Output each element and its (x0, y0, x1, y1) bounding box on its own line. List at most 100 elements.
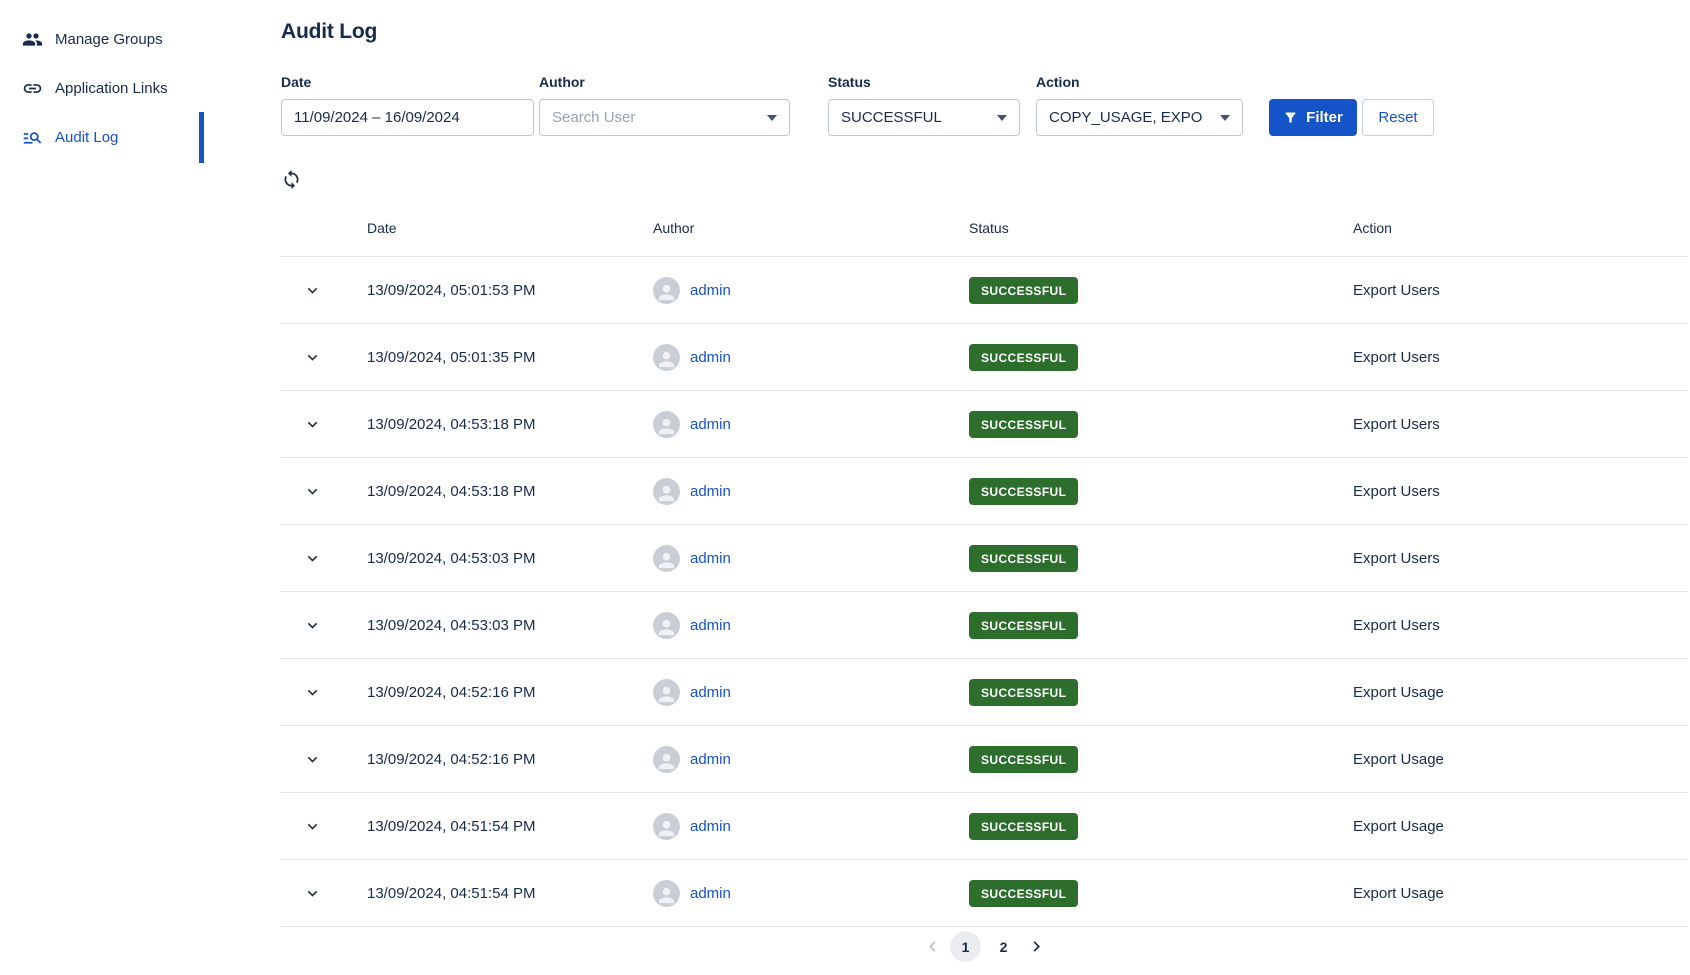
row-expand-button[interactable] (303, 683, 322, 702)
person-icon (655, 750, 678, 773)
chevron-down-icon (303, 549, 322, 568)
author-search-placeholder: Search User (552, 109, 635, 126)
row-action: Export Usage (1353, 751, 1688, 768)
person-icon (655, 884, 678, 907)
sidebar-item-application-links[interactable]: Application Links (0, 64, 204, 113)
author-link[interactable]: admin (690, 349, 731, 366)
chevron-down-icon (303, 482, 322, 501)
pagination: 1 2 (281, 931, 1688, 962)
date-filter-group: Date 11/09/2024 – 16/09/2024 (281, 74, 534, 136)
table-body: 13/09/2024, 05:01:53 PM admin SUCCESSFUL… (281, 257, 1688, 927)
page-button-2[interactable]: 2 (988, 931, 1019, 962)
status-filter-label: Status (828, 74, 1020, 90)
sidebar-item-label: Manage Groups (55, 31, 163, 48)
author-link[interactable]: admin (690, 885, 731, 902)
author-link[interactable]: admin (690, 550, 731, 567)
action-select[interactable]: COPY_USAGE, EXPO (1036, 99, 1243, 136)
previous-page-button[interactable] (922, 936, 943, 957)
table-row: 13/09/2024, 05:01:53 PM admin SUCCESSFUL… (281, 257, 1688, 324)
refresh-row (281, 169, 1688, 195)
page-button-1[interactable]: 1 (950, 931, 981, 962)
avatar (653, 813, 680, 840)
person-icon (655, 817, 678, 840)
row-date: 13/09/2024, 04:53:18 PM (367, 483, 653, 500)
action-filter-label: Action (1036, 74, 1243, 90)
table-row: 13/09/2024, 04:53:18 PM admin SUCCESSFUL… (281, 458, 1688, 525)
sidebar: Manage Groups Application Links Audit Lo… (0, 0, 204, 975)
row-date: 13/09/2024, 04:51:54 PM (367, 818, 653, 835)
refresh-button[interactable] (281, 169, 302, 190)
row-action: Export Users (1353, 349, 1688, 366)
author-link[interactable]: admin (690, 282, 731, 299)
reset-button[interactable]: Reset (1362, 99, 1434, 136)
row-expand-button[interactable] (303, 884, 322, 903)
chevron-down-icon (997, 115, 1007, 121)
chevron-down-icon (767, 115, 777, 121)
app-window: Manage Groups Application Links Audit Lo… (0, 0, 1690, 975)
chevron-right-icon (1026, 936, 1047, 957)
date-filter-label: Date (281, 74, 534, 90)
date-range-input[interactable]: 11/09/2024 – 16/09/2024 (281, 99, 534, 136)
table-row: 13/09/2024, 04:53:03 PM admin SUCCESSFUL… (281, 592, 1688, 659)
status-select[interactable]: SUCCESSFUL (828, 99, 1020, 136)
author-filter-group: Author Search User (539, 74, 790, 136)
author-link[interactable]: admin (690, 818, 731, 835)
row-date: 13/09/2024, 04:53:03 PM (367, 617, 653, 634)
chevron-down-icon (303, 616, 322, 635)
column-header-status: Status (969, 220, 1353, 236)
person-icon (655, 348, 678, 371)
row-action: Export Usage (1353, 818, 1688, 835)
avatar (653, 344, 680, 371)
audit-log-table: Date Author Status Action 13/09/2024, 05… (281, 195, 1688, 927)
status-badge: SUCCESSFUL (969, 813, 1078, 840)
main-content: Audit Log Date 11/09/2024 – 16/09/2024 A… (204, 0, 1690, 975)
row-expand-button[interactable] (303, 415, 322, 434)
row-expand-button[interactable] (303, 549, 322, 568)
row-action: Export Users (1353, 550, 1688, 567)
author-link[interactable]: admin (690, 416, 731, 433)
row-action: Export Users (1353, 483, 1688, 500)
status-badge: SUCCESSFUL (969, 880, 1078, 907)
page-title: Audit Log (281, 20, 1688, 44)
manage-search-icon (22, 127, 43, 148)
filter-bar: Date 11/09/2024 – 16/09/2024 Author Sear… (281, 74, 1688, 136)
sync-icon (281, 169, 302, 190)
column-header-author: Author (653, 220, 969, 236)
row-expand-button[interactable] (303, 281, 322, 300)
row-expand-button[interactable] (303, 750, 322, 769)
sidebar-item-label: Audit Log (55, 129, 118, 146)
sidebar-item-manage-groups[interactable]: Manage Groups (0, 15, 204, 64)
author-link[interactable]: admin (690, 751, 731, 768)
column-header-action: Action (1353, 220, 1688, 236)
sidebar-item-audit-log[interactable]: Audit Log (0, 113, 204, 162)
action-filter-group: Action COPY_USAGE, EXPO (1036, 74, 1243, 136)
chevron-down-icon (303, 817, 322, 836)
filter-button[interactable]: Filter (1269, 99, 1357, 136)
row-expand-button[interactable] (303, 348, 322, 367)
row-expand-button[interactable] (303, 817, 322, 836)
avatar (653, 411, 680, 438)
row-date: 13/09/2024, 05:01:53 PM (367, 282, 653, 299)
status-badge: SUCCESSFUL (969, 679, 1078, 706)
row-action: Export Users (1353, 617, 1688, 634)
author-link[interactable]: admin (690, 483, 731, 500)
person-icon (655, 482, 678, 505)
chevron-down-icon (303, 884, 322, 903)
avatar (653, 880, 680, 907)
row-date: 13/09/2024, 04:53:18 PM (367, 416, 653, 433)
next-page-button[interactable] (1026, 936, 1047, 957)
status-badge: SUCCESSFUL (969, 344, 1078, 371)
author-link[interactable]: admin (690, 684, 731, 701)
people-icon (22, 29, 43, 50)
table-row: 13/09/2024, 04:51:54 PM admin SUCCESSFUL… (281, 860, 1688, 927)
author-link[interactable]: admin (690, 617, 731, 634)
date-range-value: 11/09/2024 – 16/09/2024 (294, 109, 460, 126)
author-filter-label: Author (539, 74, 790, 90)
column-header-date: Date (367, 220, 653, 236)
avatar (653, 545, 680, 572)
row-date: 13/09/2024, 04:51:54 PM (367, 885, 653, 902)
row-expand-button[interactable] (303, 616, 322, 635)
author-search-select[interactable]: Search User (539, 99, 790, 136)
chevron-down-icon (303, 348, 322, 367)
row-expand-button[interactable] (303, 482, 322, 501)
